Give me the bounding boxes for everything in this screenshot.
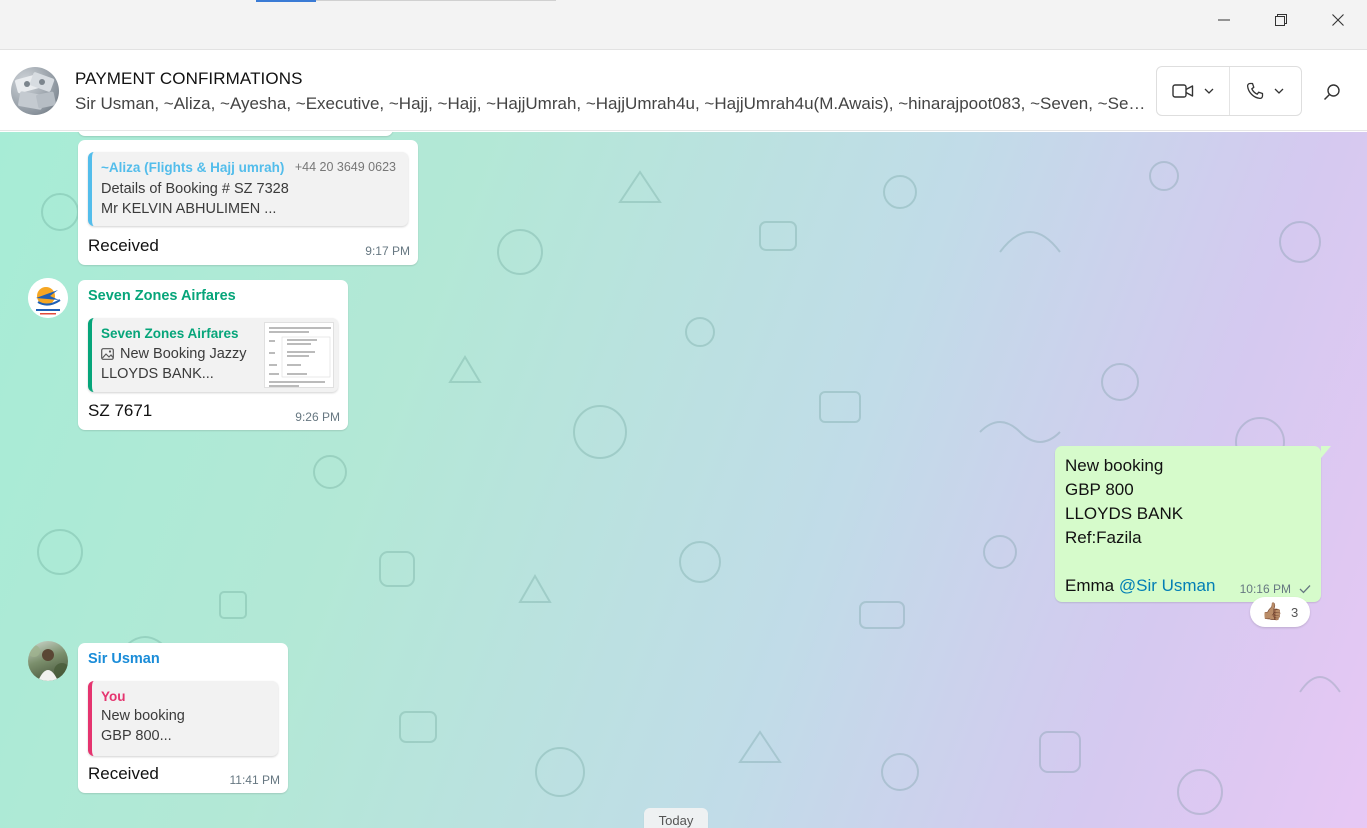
chat-header: PAYMENT CONFIRMATIONS Sir Usman, ~Aliza,…: [0, 50, 1367, 131]
quoted-line: LLOYDS BANK...: [101, 366, 214, 382]
reaction-chip[interactable]: 👍🏽 3: [1250, 597, 1310, 627]
video-call-button[interactable]: [1157, 67, 1229, 115]
message-sender[interactable]: Sir Usman: [88, 651, 160, 667]
message-time: 11:41 PM: [229, 773, 280, 787]
quoted-sender-phone: +44 20 3649 0623: [294, 160, 396, 174]
message-text: Received: [88, 764, 159, 783]
message-time: 9:26 PM: [295, 410, 340, 424]
message-text-block: New booking GBP 800 LLOYDS BANK Ref:Fazi…: [1065, 454, 1215, 598]
quoted-line: Mr KELVIN ABHULIMEN ...: [101, 201, 277, 217]
quoted-line: New Booking Jazzy: [120, 346, 247, 362]
message-signature: Emma: [1065, 576, 1115, 595]
message-bubble-partial: [78, 132, 393, 136]
minimize-button[interactable]: [1201, 0, 1247, 40]
window-titlebar: [0, 0, 1367, 50]
quoted-line: Details of Booking # SZ 7328: [101, 181, 289, 197]
quoted-sender: ~Aliza (Flights & Hajj umrah): [101, 160, 285, 175]
message-signature-line: Emma @Sir Usman: [1065, 574, 1215, 598]
quoted-line: New booking: [101, 708, 185, 724]
banknotes-image: [15, 72, 56, 110]
quoted-thumbnail: [264, 322, 334, 388]
message-bubble[interactable]: Sir Usman You New booking GBP 800... Rec…: [78, 643, 288, 793]
group-members[interactable]: Sir Usman, ~Aliza, ~Ayesha, ~Executive, …: [75, 94, 1147, 114]
restore-button[interactable]: [1258, 0, 1304, 40]
message-line: Ref:Fazila: [1065, 528, 1142, 547]
document-thumbnail-image: [269, 327, 331, 387]
message-line: GBP 800: [1065, 480, 1134, 499]
quoted-sender: You: [101, 689, 126, 704]
quoted-line-wrap: New Booking Jazzy: [101, 346, 247, 362]
group-avatar[interactable]: [11, 67, 59, 115]
seven-zones-logo-image: [28, 278, 68, 318]
quoted-message[interactable]: ~Aliza (Flights & Hajj umrah) +44 20 364…: [88, 152, 408, 226]
person-photo-image: [28, 645, 68, 681]
quoted-message[interactable]: Seven Zones Airfares New Booking Jazzy L…: [88, 318, 338, 392]
search-icon: [1323, 84, 1340, 101]
message-bubble[interactable]: ~Aliza (Flights & Hajj umrah) +44 20 364…: [78, 140, 418, 265]
quoted-line: GBP 800...: [101, 728, 172, 744]
message-sender[interactable]: Seven Zones Airfares: [88, 288, 236, 304]
video-camera-icon: [1172, 84, 1193, 98]
sender-avatar[interactable]: [28, 641, 68, 681]
call-controls: [1156, 66, 1302, 116]
minimize-icon: [1218, 19, 1230, 21]
message-line: LLOYDS BANK: [1065, 504, 1184, 523]
check-icon: [1299, 585, 1311, 594]
titlebar-accent: [256, 0, 316, 2]
sender-avatar[interactable]: [28, 278, 68, 318]
titlebar-accent-track: [316, 0, 556, 1]
reaction-count: 3: [1290, 604, 1299, 620]
chat-title[interactable]: PAYMENT CONFIRMATIONS: [75, 69, 303, 89]
outgoing-message-bubble[interactable]: New booking GBP 800 LLOYDS BANK Ref:Fazi…: [1055, 446, 1321, 602]
thumbs-up-icon: 👍🏽: [1261, 602, 1283, 621]
image-icon: [101, 348, 114, 360]
close-window-button[interactable]: [1315, 0, 1361, 40]
voice-call-button[interactable]: [1228, 67, 1302, 115]
phone-icon: [1247, 82, 1264, 100]
mention-link[interactable]: @Sir Usman: [1119, 576, 1216, 595]
close-icon: [1332, 14, 1344, 26]
search-button[interactable]: [1318, 78, 1346, 106]
message-bubble[interactable]: Seven Zones Airfares Seven Zones Airfare…: [78, 280, 348, 430]
quoted-sender: Seven Zones Airfares: [101, 326, 239, 341]
day-divider: Today: [644, 808, 708, 828]
message-time: 9:17 PM: [365, 244, 410, 258]
chevron-down-icon: [1274, 88, 1284, 94]
message-text: SZ 7671: [88, 401, 153, 420]
message-line: New booking: [1065, 456, 1164, 475]
restore-icon: [1275, 14, 1287, 26]
quoted-message[interactable]: You New booking GBP 800...: [88, 681, 278, 756]
message-list[interactable]: ~Aliza (Flights & Hajj umrah) +44 20 364…: [0, 132, 1367, 828]
chevron-down-icon: [1204, 88, 1214, 94]
message-text: Received: [88, 236, 159, 255]
bubble-tail: [1321, 446, 1331, 458]
message-time: 10:16 PM: [1239, 582, 1291, 596]
